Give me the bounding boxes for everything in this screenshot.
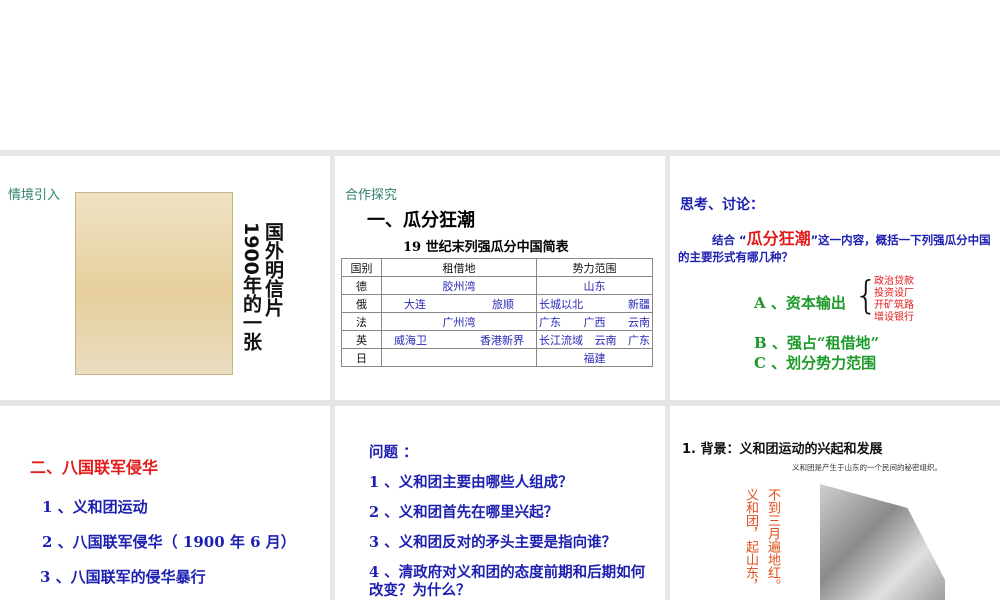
cell: 俄 [341, 294, 382, 313]
caption: 国外明信片 [262, 222, 284, 317]
cell [381, 348, 537, 367]
table-title: 19 世纪末列强瓜分中国简表 [403, 240, 569, 255]
question-item: 4 、清政府对义和团的态度前期和后期如何改变？为什么？ [369, 564, 646, 599]
slide-title: 一、瓜分狂潮 [367, 210, 475, 231]
partition-table: 国别 租借地 势力范围 德胶州湾 山东 俄大连 旅顺 长城以北 新疆 法广州湾 广东 广西 云南 … [341, 258, 653, 367]
slide-label: 合作探究 [345, 188, 398, 203]
note: 义和团是产生于山东的一个民间的秘密组织。 [792, 463, 942, 472]
a-item: 增设银行 [874, 312, 914, 323]
slide-thumbnail-3[interactable]: 思考、讨论： 结合 “瓜分狂潮”这一内容，概括一下列强瓜分中国的主要形式有哪几种… [670, 156, 1000, 400]
cell-text: 旅顺 [492, 297, 514, 311]
cell-text: 广东 [539, 315, 561, 329]
verse-1: 不到三月遍地红。 [765, 488, 780, 592]
cell-text: 长江流域 [539, 333, 583, 347]
slide-label: 情境引入 [8, 188, 61, 203]
header-country: 国别 [341, 258, 382, 277]
boxer-flag-image [820, 484, 945, 600]
cell: 德 [341, 276, 382, 295]
a-item: 投资设厂 [874, 288, 914, 299]
cell-text: 威海卫 [394, 333, 427, 347]
question-item: 3 、义和团反对的矛头主要是指向谁？ [369, 534, 617, 551]
answer-a: A 、资本输出 [754, 294, 846, 312]
q-highlight: 瓜分狂潮 [746, 229, 811, 248]
answer-b: B 、强占“租借地” [754, 334, 880, 352]
table-row: 英威海卫 香港新界 长江流域 云南 广东 [341, 330, 653, 349]
slide-thumbnail-1[interactable]: 情境引入 国外明信片 1900年的一张 [0, 156, 330, 400]
header-lease: 租借地 [381, 258, 537, 277]
table-row: 法广州湾 广东 广西 云南 [341, 312, 653, 331]
cell: 日 [341, 348, 382, 367]
cell: 胶州湾 [381, 276, 537, 295]
postcard-image [75, 192, 233, 375]
answer-a-items: 政治贷款 投资设厂 开矿筑路 增设银行 [874, 276, 914, 324]
item: 1 、义和团运动 [42, 498, 148, 516]
cell: 山东 [536, 276, 653, 295]
slide-thumbnail-2[interactable]: 合作探究 一、瓜分狂潮 19 世纪末列强瓜分中国简表 国别 租借地 势力范围 德胶州… [335, 156, 665, 400]
cell-text: 广西 [583, 315, 606, 329]
question-item: 2 、义和团首先在哪里兴起？ [369, 504, 559, 521]
cell: 法 [341, 312, 382, 331]
header-sphere: 势力范围 [536, 258, 653, 277]
table-row: 俄 大连 旅顺 长城以北 新疆 [341, 294, 653, 313]
slide-title: 思考、讨论： [680, 197, 764, 213]
slide-thumbnail-4[interactable]: 二、八国联军侵华 1 、义和团运动 2 、八国联军侵华（ 1900 年 6 月）… [0, 406, 330, 600]
item: 3 、八国联军的侵华暴行 [40, 568, 206, 586]
question-item: 1 、义和团主要由哪些人组成？ [369, 474, 573, 491]
slide-thumbnail-5[interactable]: 问题 ： 1 、义和团主要由哪些人组成？ 2 、义和团首先在哪里兴起？ 3 、义… [335, 406, 665, 600]
cell-text: 长城以北 [539, 297, 583, 311]
cell: 广州湾 [381, 312, 537, 331]
cell-text: 广东 [628, 333, 650, 347]
cell-text: 香港新界 [480, 333, 524, 347]
cell-text: 大连 [404, 297, 426, 311]
a-item: 开矿筑路 [874, 300, 914, 311]
cell: 英 [341, 330, 382, 349]
answer-c: C 、划分势力范围 [754, 354, 877, 372]
table-row: 德胶州湾 山东 [341, 276, 653, 295]
table-row: 日 福建 [341, 348, 653, 367]
slide-thumbnail-6[interactable]: 1. 背景：义和团运动的兴起和发展 义和团是产生于山东的一个民间的秘密组织。 不… [670, 406, 1000, 600]
cell-text: 云南 [628, 315, 650, 329]
q-pre: 结合 “ [712, 233, 747, 247]
caption-year: 1900年的一张 [240, 222, 262, 351]
question: 结合 “瓜分狂潮”这一内容，概括一下列强瓜分中国的主要形式有哪几种？ [678, 230, 996, 266]
cell-text: 云南 [594, 333, 617, 347]
verse-2: 义和团，起山东， [743, 488, 758, 592]
slide-title: 1. 背景：义和团运动的兴起和发展 [682, 442, 883, 457]
cell: 福建 [536, 348, 653, 367]
item: 2 、八国联军侵华（ 1900 年 6 月） [42, 533, 296, 551]
slide-title: 问题 ： [369, 444, 418, 461]
slide-title: 二、八国联军侵华 [30, 458, 159, 477]
a-item: 政治贷款 [874, 276, 914, 287]
slide-sorter-top-area [0, 0, 1000, 150]
slide-sorter-grid: 情境引入 国外明信片 1900年的一张 合作探究 一、瓜分狂潮 19 世纪末列强… [0, 150, 1000, 600]
cell-text: 新疆 [628, 297, 650, 311]
